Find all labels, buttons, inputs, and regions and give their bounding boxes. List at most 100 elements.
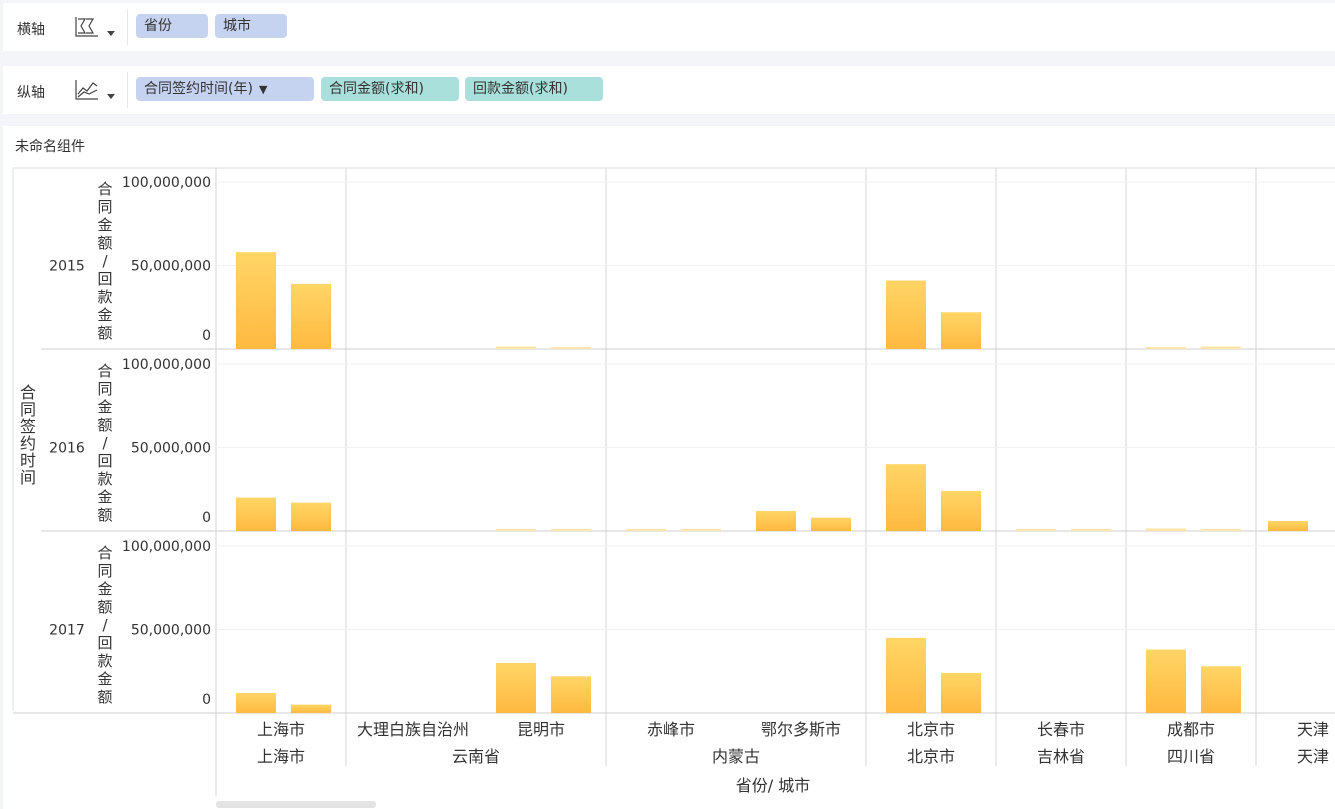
bar <box>681 529 721 531</box>
x-shelf-dropdown-icon[interactable] <box>107 31 115 36</box>
filter-icon[interactable]: ▼ <box>259 83 267 96</box>
y-axis-inner-label-char: 金 <box>97 580 112 598</box>
bar <box>1016 529 1056 531</box>
bar <box>811 517 851 531</box>
chart-widget-panel: 未命名组件 100,000,000 50,000,000 0 2015 合同金额 / 回款金… <box>3 126 1335 809</box>
line-chart-icon[interactable] <box>73 78 103 104</box>
bar <box>236 497 276 531</box>
y-axis-inner-label-char: / <box>102 434 108 452</box>
x-province-label: 四川省 <box>1167 747 1215 766</box>
x-city-label: 成都市 <box>1167 720 1215 739</box>
x-city-label: 大理白族自治州 <box>357 720 469 739</box>
x-province-label: 云南省 <box>452 747 500 766</box>
bar <box>1201 528 1241 531</box>
y-axis-inner-label-char: 金 <box>97 670 112 688</box>
y-axis-inner-label-char: 额 <box>97 688 112 706</box>
x-province-label: 北京市 <box>907 747 955 766</box>
x-shelf-divider <box>127 9 128 45</box>
y-axis-inner-label-char: 合 <box>97 180 112 198</box>
bar <box>291 704 331 713</box>
y-axis-outer-label-char: 间 <box>20 468 36 487</box>
horizontal-scrollbar[interactable] <box>216 801 376 808</box>
bar <box>236 252 276 349</box>
bar <box>551 528 591 531</box>
bar <box>236 692 276 713</box>
bar <box>886 464 926 531</box>
y-axis-inner-label-char: / <box>102 252 108 270</box>
y-tick-label: 100,000,000 <box>122 357 211 373</box>
x-field-pill-city[interactable]: 城市 <box>215 14 287 38</box>
dimension-chart-icon[interactable] <box>73 15 103 41</box>
bar <box>1146 347 1186 349</box>
x-axis-title: 省份/ 城市 <box>736 776 810 795</box>
x-city-label: 赤峰市 <box>647 720 695 739</box>
y-tick-label: 50,000,000 <box>131 623 211 639</box>
x-province-label: 内蒙古 <box>712 747 760 766</box>
y-field-pill-contract-amount[interactable]: 合同金额(求和) <box>321 77 459 101</box>
bar <box>756 510 796 531</box>
row-year-label: 2015 <box>49 259 85 275</box>
bar <box>291 283 331 349</box>
x-province-label: 天津 <box>1297 747 1329 766</box>
y-axis-shelf: 纵轴 合同签约时间(年) ▼ 合同金额(求和) 回款金额(求和) <box>3 66 1335 114</box>
y-axis-inner-label-char: 款 <box>97 470 112 488</box>
bar <box>886 637 926 713</box>
bar-chart: 100,000,00050,000,00002015合同金额/回款金额100,0… <box>12 167 1335 796</box>
bar <box>1201 666 1241 713</box>
y-tick-label: 0 <box>202 328 211 344</box>
y-field-pill-payment-amount[interactable]: 回款金额(求和) <box>465 77 603 101</box>
x-province-label: 吉林省 <box>1037 747 1085 766</box>
bar <box>1146 649 1186 713</box>
bar <box>551 676 591 713</box>
y-axis-shelf-label: 纵轴 <box>17 85 45 101</box>
bar <box>1071 529 1111 531</box>
y-field-pill-sign-year-label: 合同签约时间(年) <box>144 81 253 97</box>
y-shelf-dropdown-icon[interactable] <box>107 94 115 99</box>
row-year-label: 2017 <box>49 623 85 639</box>
y-tick-label: 50,000,000 <box>131 441 211 457</box>
x-axis-shelf-label: 横轴 <box>17 22 45 38</box>
bar <box>1146 528 1186 531</box>
row-year-label: 2016 <box>49 441 85 457</box>
y-axis-inner-label-char: 款 <box>97 288 112 306</box>
x-city-label: 上海市 <box>257 720 305 739</box>
y-axis-inner-label-char: 额 <box>97 324 112 342</box>
y-axis-inner-label-char: 回 <box>97 452 112 470</box>
bar <box>291 502 331 531</box>
y-axis-inner-label-char: 回 <box>97 634 112 652</box>
y-axis-inner-label-char: / <box>102 616 108 634</box>
x-field-pill-province[interactable]: 省份 <box>136 14 208 38</box>
y-axis-inner-label-char: 金 <box>97 306 112 324</box>
y-axis-inner-label-char: 额 <box>97 506 112 524</box>
bar <box>496 662 536 713</box>
x-city-label: 北京市 <box>907 720 955 739</box>
y-axis-inner-label-char: 同 <box>97 198 112 216</box>
y-axis-inner-label-char: 同 <box>97 380 112 398</box>
y-tick-label: 100,000,000 <box>122 175 211 191</box>
y-axis-inner-label-char: 金 <box>97 488 112 506</box>
bar <box>496 528 536 531</box>
y-tick-label: 100,000,000 <box>122 539 211 555</box>
bar <box>551 346 591 349</box>
x-city-label: 长春市 <box>1037 720 1085 739</box>
y-axis-inner-label-char: 额 <box>97 234 112 252</box>
x-axis-shelf: 横轴 省份 城市 <box>3 3 1335 51</box>
y-axis-inner-label-char: 金 <box>97 398 112 416</box>
bar <box>496 346 536 349</box>
bar <box>886 280 926 349</box>
bar <box>941 672 981 713</box>
y-axis-inner-label-char: 款 <box>97 652 112 670</box>
y-axis-inner-label-char: 合 <box>97 544 112 562</box>
bar <box>626 529 666 531</box>
y-tick-label: 0 <box>202 692 211 708</box>
y-field-pill-sign-year[interactable]: 合同签约时间(年) ▼ <box>136 77 314 101</box>
bar <box>1268 520 1308 531</box>
y-axis-inner-label-char: 合 <box>97 362 112 380</box>
y-axis-inner-label-char: 额 <box>97 416 112 434</box>
y-tick-label: 50,000,000 <box>131 259 211 275</box>
x-city-label: 昆明市 <box>517 720 565 739</box>
y-axis-inner-label-char: 金 <box>97 216 112 234</box>
bar <box>941 490 981 531</box>
x-province-label: 上海市 <box>257 747 305 766</box>
bar <box>941 312 981 349</box>
